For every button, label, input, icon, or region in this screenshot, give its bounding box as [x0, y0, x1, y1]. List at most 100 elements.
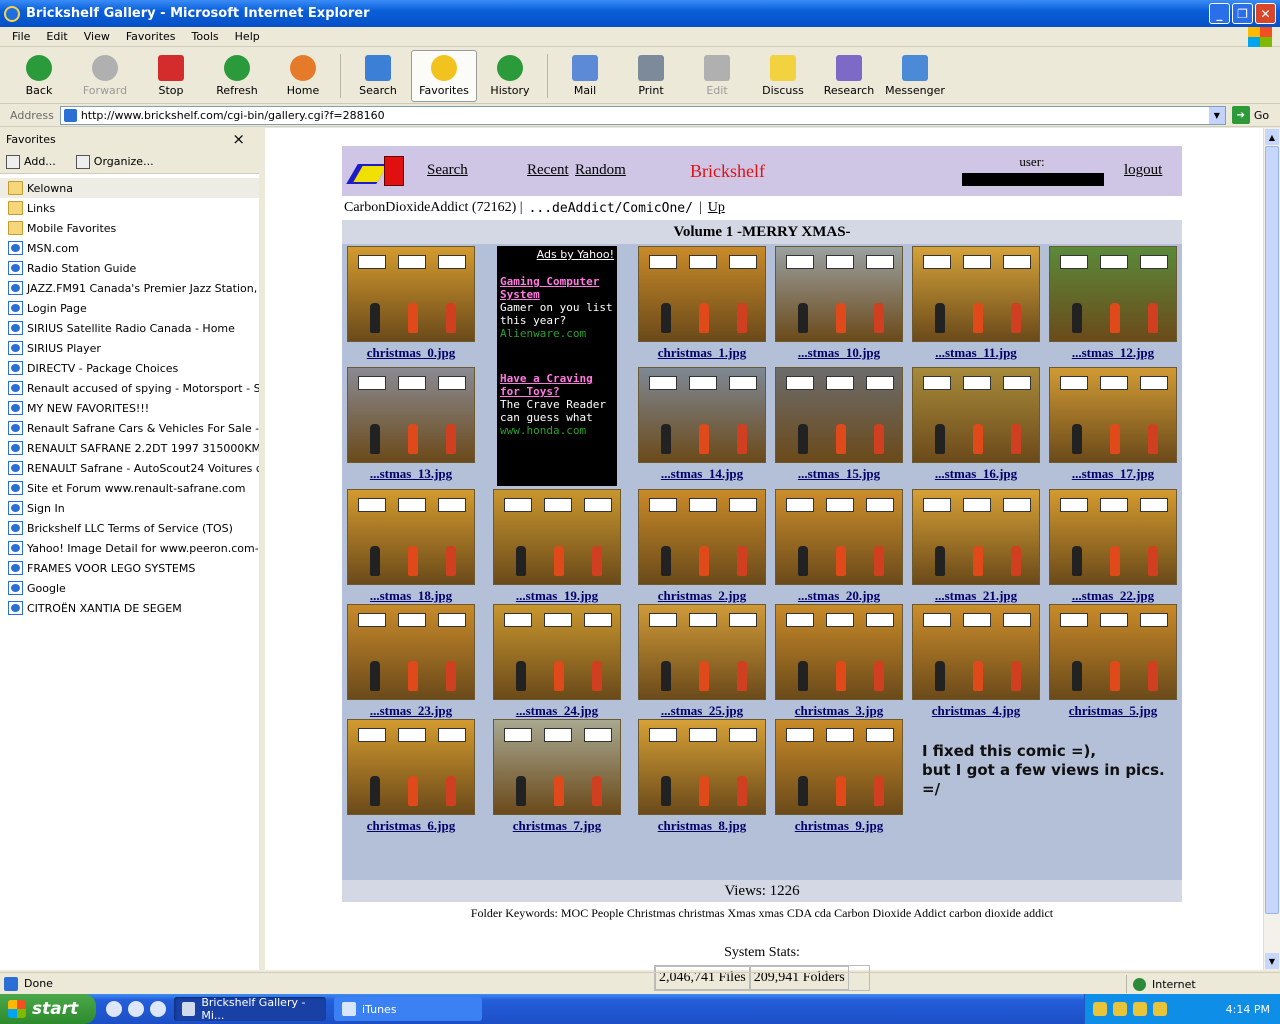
- thumbnail-caption-link[interactable]: ...stmas_11.jpg: [912, 345, 1040, 361]
- gallery-thumbnail[interactable]: christmas_3.jpg: [775, 604, 903, 719]
- gallery-thumbnail[interactable]: ...stmas_12.jpg: [1049, 246, 1177, 361]
- gallery-thumbnail[interactable]: ...stmas_19.jpg: [493, 489, 621, 604]
- thumbnail-image[interactable]: [638, 604, 766, 700]
- thumbnail-image[interactable]: [638, 367, 766, 463]
- brickshelf-logo[interactable]: [346, 152, 406, 188]
- thumbnail-image[interactable]: [775, 246, 903, 342]
- gallery-thumbnail[interactable]: ...stmas_16.jpg: [912, 367, 1040, 482]
- thumbnail-caption-link[interactable]: ...stmas_19.jpg: [493, 588, 621, 604]
- favorites-item[interactable]: Radio Station Guide: [0, 258, 259, 278]
- add-favorite-button[interactable]: Add...: [6, 154, 56, 169]
- menu-help[interactable]: Help: [235, 30, 260, 43]
- favorites-item[interactable]: CITROËN XANTIA DE SEGEM: [0, 598, 259, 618]
- quicklaunch-desktop-icon[interactable]: [128, 1001, 144, 1017]
- thumbnail-caption-link[interactable]: ...stmas_21.jpg: [912, 588, 1040, 604]
- thumbnail-image[interactable]: [347, 719, 475, 815]
- gallery-thumbnail[interactable]: christmas_1.jpg: [638, 246, 766, 361]
- ad-title-2[interactable]: Have a Craving for Toys?: [500, 372, 614, 398]
- thumbnail-image[interactable]: [347, 367, 475, 463]
- thumbnail-image[interactable]: [775, 367, 903, 463]
- thumbnail-image[interactable]: [775, 719, 903, 815]
- toolbar-stop-button[interactable]: Stop: [138, 50, 204, 102]
- thumbnail-caption-link[interactable]: ...stmas_25.jpg: [638, 703, 766, 719]
- favorites-item[interactable]: Site et Forum www.renault-safrane.com: [0, 478, 259, 498]
- taskbar-item-brickshelf[interactable]: Brickshelf Gallery - Mi...: [174, 996, 326, 1022]
- yahoo-ad[interactable]: Ads by Yahoo! Gaming Computer System Gam…: [497, 246, 617, 486]
- favorites-item[interactable]: Sign In: [0, 498, 259, 518]
- gallery-thumbnail[interactable]: ...stmas_13.jpg: [347, 367, 475, 482]
- gallery-thumbnail[interactable]: ...stmas_14.jpg: [638, 367, 766, 482]
- favorites-item[interactable]: Login Page: [0, 298, 259, 318]
- favorites-item[interactable]: Mobile Favorites: [0, 218, 259, 238]
- menu-tools[interactable]: Tools: [192, 30, 219, 43]
- thumbnail-image[interactable]: [775, 604, 903, 700]
- toolbar-back-button[interactable]: Back: [6, 50, 72, 102]
- thumbnail-caption-link[interactable]: christmas_7.jpg: [493, 818, 621, 834]
- favorites-item[interactable]: Yahoo! Image Detail for www.peeron.com-p…: [0, 538, 259, 558]
- thumbnail-image[interactable]: [1049, 604, 1177, 700]
- thumbnail-caption-link[interactable]: ...stmas_15.jpg: [775, 466, 903, 482]
- gallery-thumbnail[interactable]: christmas_0.jpg: [347, 246, 475, 361]
- breadcrumb-up-link[interactable]: Up: [708, 200, 725, 216]
- menu-edit[interactable]: Edit: [46, 30, 67, 43]
- breadcrumb-path[interactable]: ...deAddict/ComicOne/: [529, 201, 693, 216]
- tray-icon[interactable]: [1093, 1002, 1107, 1016]
- logout-link[interactable]: logout: [1124, 162, 1162, 179]
- organize-favorites-button[interactable]: Organize...: [75, 154, 154, 169]
- thumbnail-caption-link[interactable]: ...stmas_24.jpg: [493, 703, 621, 719]
- quicklaunch-ie-icon[interactable]: [150, 1001, 166, 1017]
- thumbnail-image[interactable]: [638, 489, 766, 585]
- favorites-item[interactable]: Renault accused of spying - Motorsport -…: [0, 378, 259, 398]
- ad-url-2[interactable]: www.honda.com: [500, 424, 614, 437]
- thumbnail-caption-link[interactable]: christmas_0.jpg: [347, 345, 475, 361]
- toolbar-favorites-button[interactable]: Favorites: [411, 49, 477, 102]
- thumbnail-caption-link[interactable]: christmas_8.jpg: [638, 818, 766, 834]
- gallery-thumbnail[interactable]: ...stmas_15.jpg: [775, 367, 903, 482]
- favorites-item[interactable]: Google: [0, 578, 259, 598]
- thumbnail-caption-link[interactable]: christmas_9.jpg: [775, 818, 903, 834]
- toolbar-discuss-button[interactable]: Discuss: [750, 50, 816, 102]
- thumbnail-image[interactable]: [493, 489, 621, 585]
- close-button[interactable]: ✕: [1255, 3, 1276, 24]
- address-dropdown-icon[interactable]: ▼: [1208, 106, 1225, 124]
- toolbar-messenger-button[interactable]: Messenger: [882, 50, 948, 102]
- gallery-thumbnail[interactable]: ...stmas_11.jpg: [912, 246, 1040, 361]
- scroll-down-icon[interactable]: ▼: [1265, 953, 1279, 969]
- favorites-item[interactable]: JAZZ.FM91 Canada's Premier Jazz Station,…: [0, 278, 259, 298]
- favorites-item[interactable]: FRAMES VOOR LEGO SYSTEMS: [0, 558, 259, 578]
- favorites-item[interactable]: MY NEW FAVORITES!!!: [0, 398, 259, 418]
- thumbnail-caption-link[interactable]: ...stmas_17.jpg: [1049, 466, 1177, 482]
- thumbnail-caption-link[interactable]: ...stmas_23.jpg: [347, 703, 475, 719]
- menu-view[interactable]: View: [84, 30, 110, 43]
- gallery-thumbnail[interactable]: christmas_8.jpg: [638, 719, 766, 834]
- quicklaunch-app-icon[interactable]: [106, 1001, 122, 1017]
- gallery-thumbnail[interactable]: ...stmas_17.jpg: [1049, 367, 1177, 482]
- thumbnail-image[interactable]: [493, 604, 621, 700]
- thumbnail-caption-link[interactable]: ...stmas_10.jpg: [775, 345, 903, 361]
- tray-icon[interactable]: [1153, 1002, 1167, 1016]
- thumbnail-caption-link[interactable]: ...stmas_13.jpg: [347, 466, 475, 482]
- tray-icon[interactable]: [1133, 1002, 1147, 1016]
- gallery-thumbnail[interactable]: christmas_4.jpg: [912, 604, 1040, 719]
- maximize-button[interactable]: ❐: [1232, 3, 1253, 24]
- gallery-thumbnail[interactable]: ...stmas_25.jpg: [638, 604, 766, 719]
- scroll-thumb[interactable]: [1265, 146, 1279, 914]
- gallery-thumbnail[interactable]: ...stmas_22.jpg: [1049, 489, 1177, 604]
- thumbnail-caption-link[interactable]: ...stmas_20.jpg: [775, 588, 903, 604]
- toolbar-forward-button[interactable]: Forward: [72, 50, 138, 102]
- gallery-thumbnail[interactable]: christmas_6.jpg: [347, 719, 475, 834]
- vertical-scrollbar[interactable]: ▲ ▼: [1263, 128, 1280, 970]
- go-button[interactable]: ➔ Go: [1231, 106, 1269, 124]
- nav-recent-link[interactable]: Recent: [527, 162, 569, 179]
- toolbar-refresh-button[interactable]: Refresh: [204, 50, 270, 102]
- thumbnail-caption-link[interactable]: christmas_3.jpg: [775, 703, 903, 719]
- breadcrumb-owner[interactable]: CarbonDioxideAddict (72162) |: [344, 200, 523, 216]
- address-input[interactable]: http://www.brickshelf.com/cgi-bin/galler…: [59, 105, 1226, 125]
- gallery-thumbnail[interactable]: ...stmas_10.jpg: [775, 246, 903, 361]
- favorites-item[interactable]: SIRIUS Player: [0, 338, 259, 358]
- gallery-thumbnail[interactable]: christmas_2.jpg: [638, 489, 766, 604]
- favorites-item[interactable]: MSN.com: [0, 238, 259, 258]
- nav-random-link[interactable]: Random: [575, 162, 626, 179]
- thumbnail-caption-link[interactable]: christmas_6.jpg: [347, 818, 475, 834]
- favorites-item[interactable]: DIRECTV - Package Choices: [0, 358, 259, 378]
